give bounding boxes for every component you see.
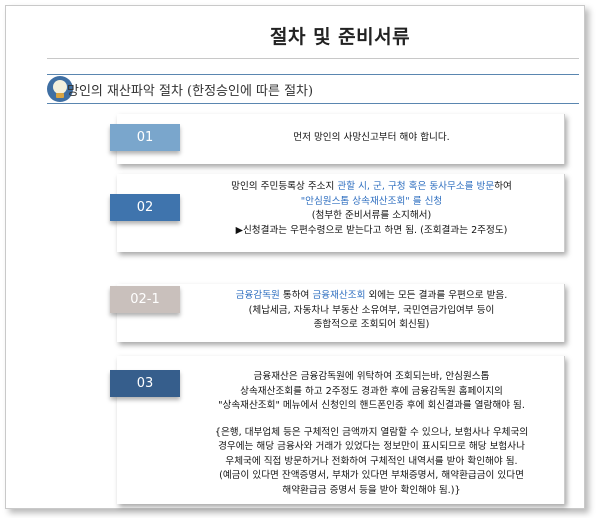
step-03-spacer [189,414,554,426]
step-02-1-line1-a: 금융감독원 [235,290,280,301]
step-02-line1-c: 하여 [494,181,512,192]
step-02-1-text: 금융감독원 통하여 금융재산조회 외에는 모든 결과를 우편으로 받음. (체납… [189,289,554,333]
step-02-line1-highlight: 관할 시, 군, 구청 혹은 동사무소를 방문 [337,181,495,192]
step-03-line3: "상속재산조회" 메뉴에서 신청인의 핸드폰인증 후에 회신결과를 열람해야 됨… [218,400,525,411]
step-02-line3: (첨부한 준비서류를 소지해서) [311,210,432,221]
step-02-badge: 02 [110,194,180,221]
step-03-line6: 우체국에 직접 방문하거나 전화하여 구체적인 내역서를 받아 확인해야 됨. [225,455,518,467]
step-02-1-line2: (체납세금, 자동차나 부동산 소유여부, 국민연금가입여부 등이 [248,304,495,316]
step-03-line2: 상속재산조회를 하고 2주정도 경과한 후에 금융감독원 홈페이지의 [240,385,503,397]
step-01-badge: 01 [110,124,180,151]
step-02-1-line1-d: 외에는 모든 결과를 우편으로 받음. [365,290,508,301]
subtitle-rule-top [47,74,579,75]
step-02-line1-a: 망인의 주민등록상 주소지 [231,181,338,192]
step-03-line1: 금융재산은 금융감독원에 위탁하여 조회되는바, 안심원스톱 [253,371,490,382]
step-02-line2: "안심원스톱 상속재산조회" 를 신청 [300,195,443,207]
step-02-box: 02 망인의 주민등록상 주소지 관할 시, 군, 구청 혹은 동사무소를 방문… [110,174,565,252]
step-02-1-box: 02-1 금융감독원 통하여 금융재산조회 외에는 모든 결과를 우편으로 받음… [110,284,565,342]
page-title: 절차 및 준비서류 [270,26,411,48]
step-03-line8: 해약환급금 증명서 등을 받아 확인해야 됨.)} [282,484,461,496]
step-03-line4: {은행, 대부업체 등은 구체적인 금액까지 열람할 수 있으나, 보험사나 우… [214,426,529,438]
step-02-1-line1-b: 통하여 [279,290,313,301]
step-01-line: 먼저 망인의 사망신고부터 해야 합니다. [293,132,450,143]
step-03-line7: (예금이 있다면 잔액증명서, 부채가 있다면 부채증명서, 해약환급금이 있다… [219,470,524,481]
section-subtitle: 망인의 재산파악 절차 (한정승인에 따른 절차) [67,84,314,99]
step-01-box: 01 먼저 망인의 사망신고부터 해야 합니다. [110,114,565,164]
step-02-line1: 망인의 주민등록상 주소지 관할 시, 군, 구청 혹은 동사무소를 방문하여 [189,180,554,195]
step-03-badge: 03 [110,370,180,397]
bulb-glass [53,80,67,94]
step-02-line4: ▶신청결과는 우편수령으로 받는다고 하면 됨. (조회결과는 2주정도) [235,224,508,236]
title-divider [47,58,579,59]
step-02-text: 망인의 주민등록상 주소지 관할 시, 군, 구청 혹은 동사무소를 방문하여 … [189,180,554,238]
step-01-text: 먼저 망인의 사망신고부터 해야 합니다. [189,131,554,146]
bulb-base [56,93,64,98]
step-03-box: 03 금융재산은 금융감독원에 위탁하여 조회되는바, 안심원스톱 상속재산조회… [110,356,565,504]
subtitle-rule-bottom [47,103,579,104]
step-02-1-line1: 금융감독원 통하여 금융재산조회 외에는 모든 결과를 우편으로 받음. [189,289,554,304]
step-02-1-badge: 02-1 [110,286,180,313]
step-03-line5: 경우에는 해당 금융사와 거래가 있었다는 정보만이 표시되므로 해당 보험사나 [218,441,525,452]
step-02-1-line3: 종합적으로 조회되어 회신됨) [313,319,430,330]
step-03-text: 금융재산은 금융감독원에 위탁하여 조회되는바, 안심원스톱 상속재산조회를 하… [189,370,554,498]
step-02-1-line1-c: 금융재산조회 [312,290,366,301]
